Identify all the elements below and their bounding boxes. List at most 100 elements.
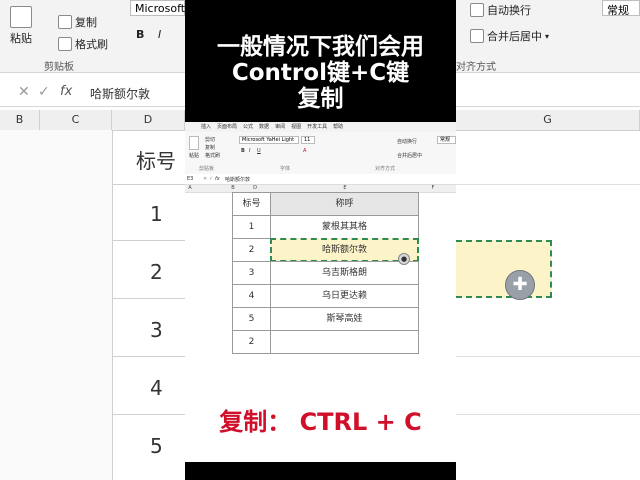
fx-icon[interactable]: fx <box>60 84 72 99</box>
table-cell[interactable]: 2 <box>232 238 271 262</box>
grid-line <box>112 184 185 185</box>
menu-item[interactable]: 帮助 <box>333 122 343 132</box>
menu-item[interactable]: 视图 <box>291 122 301 132</box>
shortcut-caption: 复制： CTRL + C <box>219 408 422 436</box>
caption-line: 复制 <box>297 86 344 112</box>
table-cell[interactable]: 斯琴高娃 <box>270 307 419 331</box>
column-header[interactable]: F <box>425 185 441 192</box>
mini-underline-button[interactable]: U <box>257 148 261 154</box>
format-painter-button[interactable]: 格式刷 <box>58 36 108 52</box>
chevron-down-icon: ▾ <box>545 31 550 41</box>
background-header-cell: 标号 <box>136 149 176 173</box>
mini-excel-window: 插入 页面布局 公式 数据 审阅 视图 开发工具 帮助 粘贴 剪切 复制 格式刷… <box>185 122 456 462</box>
grid-line <box>456 184 640 185</box>
column-header[interactable]: C <box>40 110 112 130</box>
mini-cancel-icon[interactable]: ✕ <box>203 176 207 182</box>
number-format-box[interactable]: 常规 <box>602 0 640 17</box>
background-cell: 1 <box>150 202 163 226</box>
table-header-cell[interactable]: 标号 <box>232 192 271 216</box>
table-row: 3 乌吉斯格朗 <box>232 261 419 285</box>
menu-item[interactable]: 页面布局 <box>217 122 237 132</box>
table-cell[interactable]: 3 <box>232 261 271 285</box>
column-header[interactable]: B <box>225 185 241 192</box>
confirm-icon[interactable]: ✓ <box>38 84 50 100</box>
mini-formula-bar: E3 ✕ ✓ fx 哈斯额尔敦 <box>185 174 456 185</box>
menu-item[interactable]: 开发工具 <box>307 122 327 132</box>
bold-button[interactable]: B <box>136 28 144 41</box>
copy-button[interactable]: 复制 <box>58 14 97 30</box>
table-cell[interactable] <box>270 330 419 354</box>
wrap-text-icon <box>470 3 484 17</box>
selected-cell[interactable]: 哈斯额尔敦 <box>270 238 419 262</box>
column-header[interactable]: A <box>185 185 195 192</box>
mouse-cursor-icon: ● <box>398 253 410 265</box>
grid-line <box>456 356 640 357</box>
mini-paste-label[interactable]: 粘贴 <box>189 152 199 159</box>
wrap-text-button[interactable]: 自动换行 <box>470 2 531 18</box>
mini-format-painter-button[interactable]: 格式刷 <box>205 152 220 159</box>
mini-font-name-box[interactable]: Microsoft YaHei Light <box>239 136 299 144</box>
table-cell[interactable]: 2 <box>232 330 271 354</box>
mini-wrap-text-button[interactable]: 自动换行 <box>397 138 417 145</box>
grid-line <box>112 240 185 241</box>
background-cell: 2 <box>150 260 163 284</box>
copy-icon <box>58 15 72 29</box>
cell-cursor-icon: ✚ <box>505 270 535 300</box>
table-row: 2 <box>232 330 419 354</box>
merge-center-button[interactable]: 合并后居中 ▾ <box>470 28 549 44</box>
table-cell[interactable]: 1 <box>232 215 271 239</box>
caption-line: 一般情况下我们会用 <box>217 34 424 60</box>
mini-cut-button[interactable]: 剪切 <box>205 136 215 143</box>
font-name-box[interactable]: Microsoft <box>130 0 185 16</box>
mini-merge-center-button[interactable]: 合并后居中 <box>397 152 422 159</box>
menu-item[interactable]: 数据 <box>259 122 269 132</box>
background-row-area <box>0 130 113 480</box>
mini-bold-button[interactable]: B <box>241 148 245 154</box>
mini-copy-button[interactable]: 复制 <box>205 144 215 151</box>
mini-number-format-box[interactable]: 常规 <box>437 136 456 144</box>
mini-paste-icon[interactable] <box>189 136 199 150</box>
mini-fx-icon[interactable]: fx <box>215 176 220 182</box>
brush-icon <box>58 37 72 51</box>
bottom-band <box>185 462 456 480</box>
background-cell: 5 <box>150 434 163 458</box>
mini-formula-value[interactable]: 哈斯额尔敦 <box>225 176 250 183</box>
column-header[interactable]: G <box>456 110 640 130</box>
paste-icon <box>10 6 32 28</box>
italic-button[interactable]: I <box>158 28 161 41</box>
menu-item[interactable]: 审阅 <box>275 122 285 132</box>
table-row: 4 乌日更达赖 <box>232 284 419 308</box>
paste-button[interactable]: 粘贴 <box>10 6 32 46</box>
mini-name-box[interactable]: E3 <box>187 176 193 182</box>
column-header[interactable]: D <box>112 110 185 130</box>
table-row-selected: 2 哈斯额尔敦 <box>232 238 419 262</box>
grid-line <box>112 298 185 299</box>
table-cell[interactable]: 乌吉斯格朗 <box>270 261 419 285</box>
table-cell[interactable]: 乌日更达赖 <box>270 284 419 308</box>
table-cell[interactable]: 5 <box>232 307 271 331</box>
menu-item[interactable]: 插入 <box>201 122 211 132</box>
background-cell: 3 <box>150 318 163 342</box>
column-header[interactable]: E <box>335 185 355 192</box>
cancel-icon[interactable]: ✕ <box>18 84 30 100</box>
caption-line: Control键+C键 <box>231 60 410 86</box>
table-header-row: 标号 称呼 <box>232 192 419 216</box>
grid-line <box>456 414 640 415</box>
menu-item[interactable]: 公式 <box>243 122 253 132</box>
column-header[interactable]: D <box>245 185 265 192</box>
table-row: 1 蒙根其其格 <box>232 215 419 239</box>
mini-font-size-box[interactable]: 11 <box>301 136 315 144</box>
grid-line <box>112 414 185 415</box>
table-header-cell[interactable]: 称呼 <box>270 192 419 216</box>
formula-value[interactable]: 哈斯额尔敦 <box>90 85 150 102</box>
mini-clipboard-group-label: 剪贴板 <box>199 166 215 172</box>
mini-italic-button[interactable]: I <box>249 148 250 154</box>
mini-confirm-icon[interactable]: ✓ <box>209 176 213 182</box>
mini-menu-bar: 插入 页面布局 公式 数据 审阅 视图 开发工具 帮助 <box>185 122 456 132</box>
mini-font-color-icon[interactable]: A <box>303 148 306 154</box>
table-cell[interactable]: 4 <box>232 284 271 308</box>
background-cell: 4 <box>150 376 163 400</box>
mini-font-group-label: 字体 <box>280 166 291 172</box>
table-cell[interactable]: 蒙根其其格 <box>270 215 419 239</box>
column-header[interactable]: B <box>0 110 40 130</box>
